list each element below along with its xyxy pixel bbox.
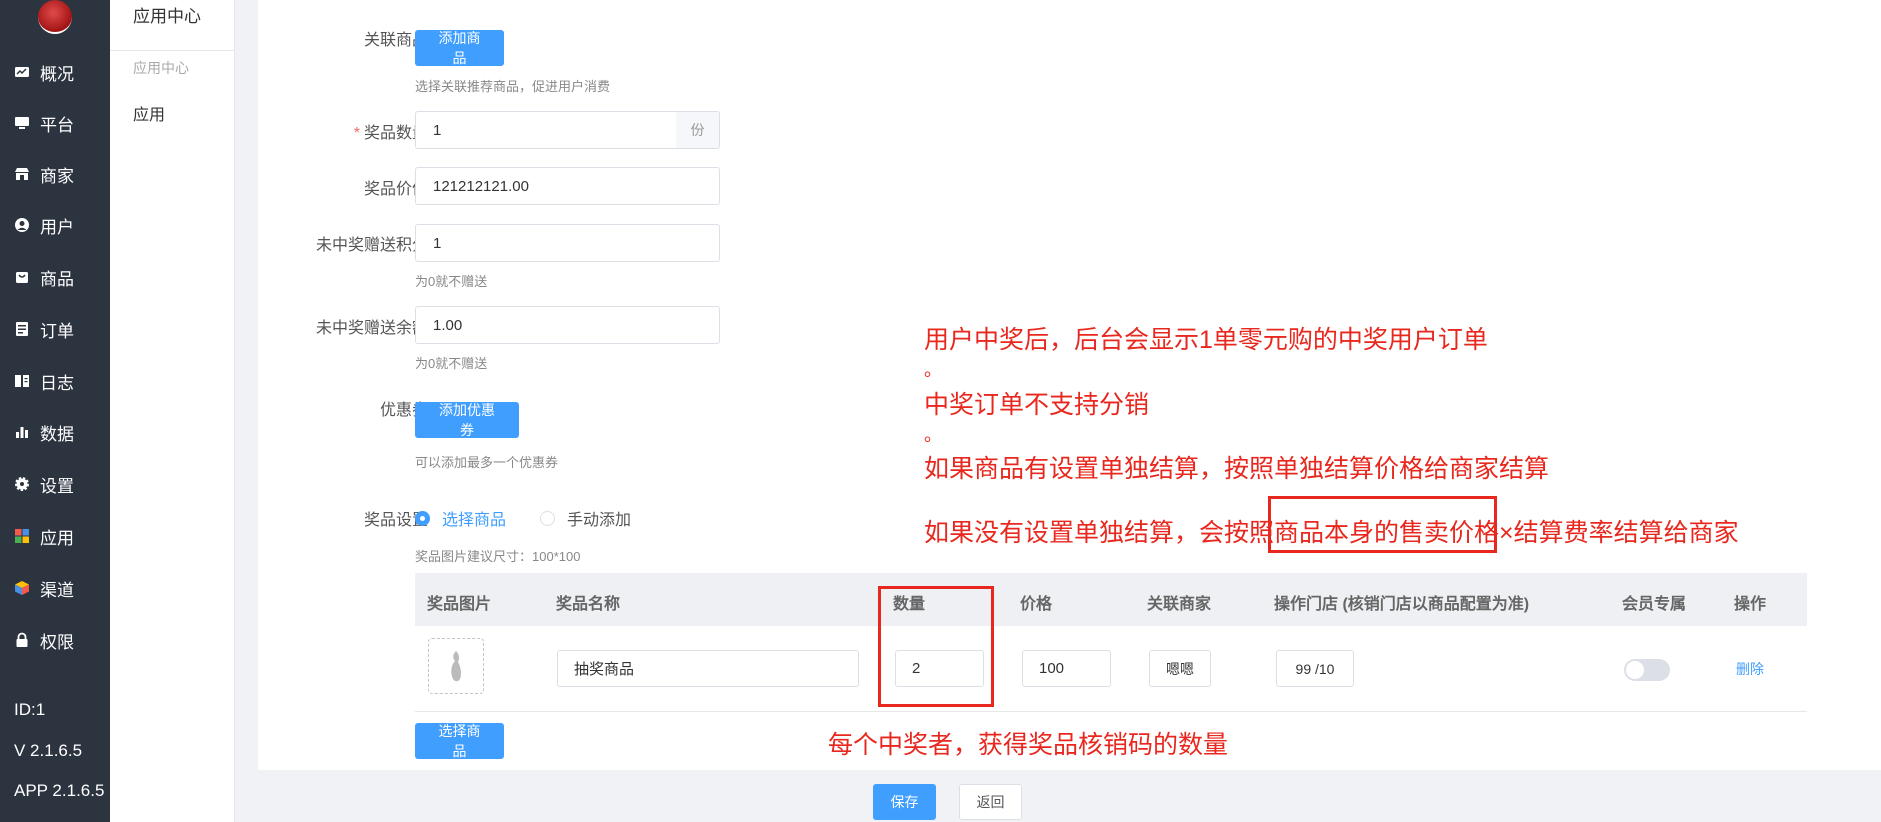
store-icon bbox=[14, 166, 30, 182]
sidebar-id: ID:1 bbox=[14, 700, 46, 719]
annotation-period-1: 。 bbox=[924, 360, 942, 380]
sidebar-item-label: 商家 bbox=[40, 166, 74, 186]
sidebar-version: V 2.1.6.5 bbox=[14, 741, 83, 760]
log-icon bbox=[14, 373, 30, 389]
sidebar-item-permission[interactable]: 权限 bbox=[0, 620, 110, 660]
consolation-points-hint: 为0就不赠送 bbox=[415, 274, 488, 289]
sidebar: 概况 平台 商家 用户 商品 订单 日志 数据 设置 应用 渠道 权限 ID:1… bbox=[0, 0, 110, 822]
user-icon bbox=[14, 217, 30, 233]
submenu-title[interactable]: 应用中心 bbox=[133, 2, 201, 27]
sidebar-item-logs[interactable]: 日志 bbox=[0, 361, 110, 401]
annotation-period-2: 。 bbox=[924, 425, 942, 445]
radio-manual-add[interactable]: 手动添加 bbox=[540, 506, 631, 530]
sidebar-item-label: 用户 bbox=[40, 217, 74, 237]
cube-icon bbox=[14, 580, 30, 596]
bag-icon bbox=[14, 269, 30, 285]
sidebar-item-label: 概况 bbox=[40, 64, 74, 84]
save-button[interactable]: 保存 bbox=[873, 784, 936, 820]
annotation-line-3: 如果商品有设置单独结算，按照单独结算价格给商家结算 bbox=[924, 455, 1550, 483]
sidebar-item-overview[interactable]: 概况 bbox=[0, 52, 110, 92]
divider bbox=[110, 50, 234, 51]
prize-value-input[interactable]: 121212121.00 bbox=[415, 167, 720, 205]
sidebar-item-merchant[interactable]: 商家 bbox=[0, 154, 110, 194]
th-name: 奖品名称 bbox=[556, 596, 621, 613]
submenu-item-apps[interactable]: 应用 bbox=[133, 101, 165, 125]
sidebar-item-platform[interactable]: 平台 bbox=[0, 103, 110, 143]
coupon-label: 优惠券 bbox=[379, 402, 428, 419]
select-goods-button[interactable]: 选择商品 bbox=[415, 723, 504, 759]
annotation-quantity-note: 每个中奖者，获得奖品核销码的数量 bbox=[828, 731, 1229, 759]
sidebar-item-label: 应用 bbox=[40, 528, 74, 548]
consolation-points-input[interactable]: 1 bbox=[415, 224, 720, 262]
figurine-icon bbox=[451, 651, 462, 682]
sidebar-item-data[interactable]: 数据 bbox=[0, 412, 110, 452]
sidebar-item-label: 设置 bbox=[40, 476, 74, 496]
consolation-balance-hint: 为0就不赠送 bbox=[415, 356, 488, 371]
related-goods-hint: 选择关联推荐商品，促进用户消费 bbox=[415, 79, 611, 94]
sidebar-item-label: 渠道 bbox=[40, 580, 74, 600]
th-member: 会员专属 bbox=[1622, 596, 1687, 613]
lock-icon bbox=[14, 632, 30, 648]
th-image: 奖品图片 bbox=[427, 596, 492, 613]
annotation-line-1: 用户中奖后，后台会显示1单零元购的中奖用户订单 bbox=[924, 326, 1488, 354]
prize-table-header bbox=[415, 573, 1807, 626]
th-stores: 操作门店 (核销门店以商品配置为准) bbox=[1274, 596, 1530, 613]
gear-icon bbox=[14, 476, 30, 492]
prize-count-unit: 份 bbox=[676, 111, 720, 149]
dashboard-icon bbox=[14, 64, 30, 80]
th-action: 操作 bbox=[1734, 596, 1767, 613]
submenu: 应用中心 应用中心 应用 bbox=[110, 0, 235, 822]
sidebar-item-apps[interactable]: 应用 bbox=[0, 516, 110, 556]
consolation-balance-input[interactable]: 1.00 bbox=[415, 306, 720, 344]
sidebar-item-label: 权限 bbox=[40, 632, 74, 652]
related-goods-label: 关联商品 bbox=[363, 32, 428, 49]
prize-image-hint: 奖品图片建议尺寸：100*100 bbox=[415, 549, 581, 564]
merchant-tag[interactable]: 嗯嗯 bbox=[1149, 650, 1211, 687]
sidebar-item-channel[interactable]: 渠道 bbox=[0, 568, 110, 608]
apps-icon bbox=[14, 528, 30, 544]
delete-link[interactable]: 删除 bbox=[1736, 659, 1764, 679]
submenu-group-label: 应用中心 bbox=[133, 60, 189, 76]
prize-count-input[interactable]: 1 bbox=[415, 111, 678, 149]
consolation-points-label: 未中奖赠送积分 bbox=[315, 237, 428, 254]
sidebar-item-label: 平台 bbox=[40, 115, 74, 135]
sidebar-app-version: APP 2.1.6.5 bbox=[14, 781, 105, 800]
logo[interactable] bbox=[38, 0, 72, 34]
sidebar-item-label: 订单 bbox=[40, 321, 74, 341]
annotation-quantity-highlight bbox=[878, 586, 994, 707]
add-coupon-button[interactable]: 添加优惠券 bbox=[415, 402, 519, 438]
sidebar-item-user[interactable]: 用户 bbox=[0, 205, 110, 245]
sidebar-item-orders[interactable]: 订单 bbox=[0, 309, 110, 349]
prize-thumbnail[interactable] bbox=[428, 638, 484, 694]
back-button[interactable]: 返回 bbox=[959, 784, 1022, 820]
sidebar-item-settings[interactable]: 设置 bbox=[0, 464, 110, 504]
price-input[interactable]: 100 bbox=[1022, 650, 1111, 687]
prize-count-label: * 奖品数量 bbox=[353, 125, 428, 142]
prize-value-label: 奖品价值 bbox=[363, 181, 428, 198]
th-merchant: 关联商家 bbox=[1147, 596, 1212, 613]
annotation-price-highlight bbox=[1268, 496, 1497, 553]
radio-select-goods[interactable]: 选择商品 bbox=[415, 506, 506, 530]
sidebar-item-label: 商品 bbox=[40, 269, 74, 289]
annotation-line-2: 中奖订单不支持分销 bbox=[924, 391, 1150, 419]
coupon-hint: 可以添加最多一个优惠券 bbox=[415, 455, 559, 470]
chart-icon bbox=[14, 424, 30, 440]
sidebar-item-goods[interactable]: 商品 bbox=[0, 257, 110, 297]
member-only-toggle[interactable] bbox=[1624, 659, 1670, 681]
consolation-balance-label: 未中奖赠送余额 bbox=[315, 320, 428, 337]
prize-name-input[interactable]: 抽奖商品 bbox=[557, 650, 859, 687]
th-price: 价格 bbox=[1020, 596, 1053, 613]
sidebar-item-label: 日志 bbox=[40, 373, 74, 393]
order-icon bbox=[14, 321, 30, 337]
prize-settings-label: 奖品设置 bbox=[363, 512, 428, 529]
add-goods-button[interactable]: 添加商品 bbox=[415, 30, 504, 66]
sidebar-item-label: 数据 bbox=[40, 424, 74, 444]
monitor-icon bbox=[14, 115, 30, 131]
stores-tag[interactable]: 99 /10 bbox=[1276, 650, 1354, 687]
